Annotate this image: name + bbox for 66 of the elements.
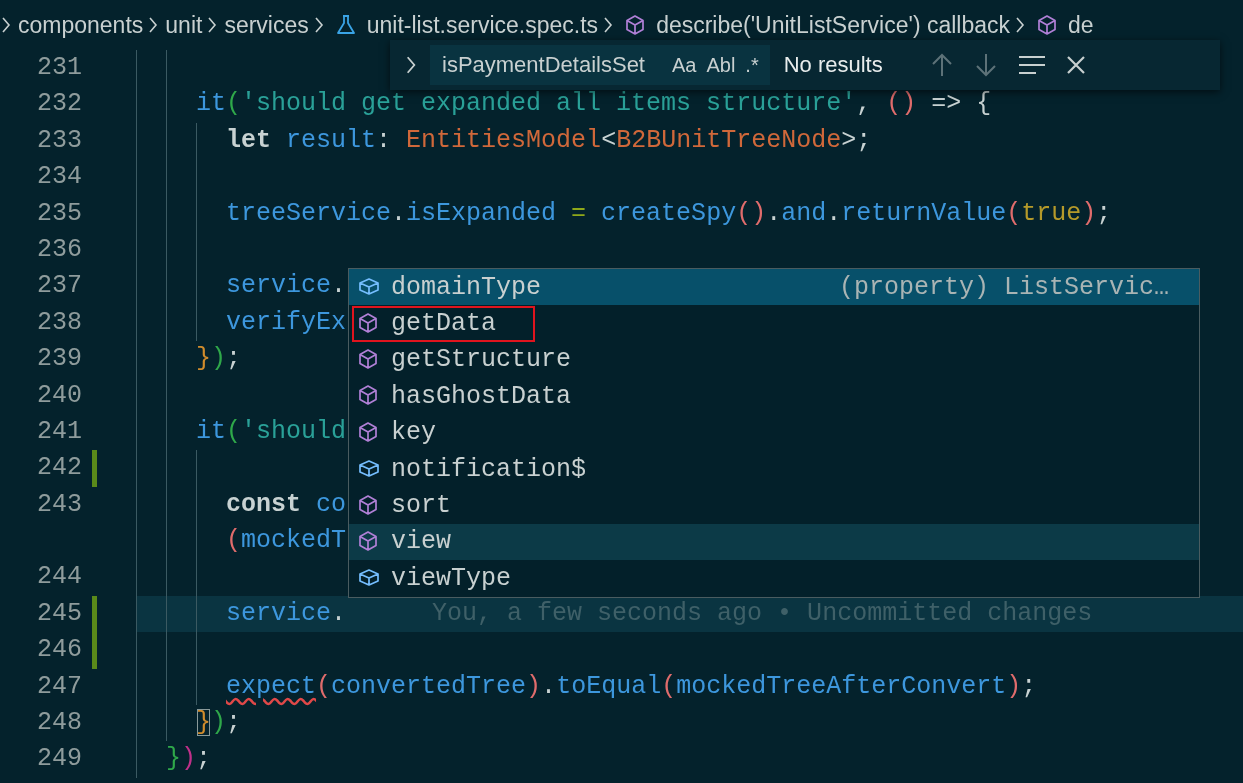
flask-icon [334, 14, 357, 36]
line-number: 241 [36, 415, 82, 448]
line-number: 233 [36, 124, 82, 157]
code-line: expect(convertedTree).toEqual(mockedTreeAfterConvert); [226, 670, 1037, 703]
option-toggle[interactable]: .* [742, 53, 762, 77]
line-number: 238 [36, 306, 82, 339]
line-number: 237 [36, 270, 82, 303]
line-number: 243 [36, 488, 82, 521]
code-line: treeService.isExpanded = createSpy().and.returnValue(true); [226, 197, 1112, 230]
line-number: 244 [36, 561, 82, 594]
lines-icon[interactable] [1017, 55, 1046, 75]
option-toggle[interactable]: Aa [669, 53, 700, 77]
line-number: 247 [36, 670, 82, 703]
close-icon[interactable] [1065, 55, 1086, 75]
line-number: 236 [36, 233, 82, 266]
suggestion-item[interactable]: getData [349, 305, 1199, 342]
code-line: }); [196, 707, 242, 740]
breadcrumb-item[interactable]: unit [165, 10, 203, 40]
line-number: 240 [36, 379, 82, 412]
expand-icon[interactable] [404, 55, 418, 75]
line-number: 232 [36, 88, 82, 121]
breadcrumb-item[interactable]: services [224, 10, 309, 40]
suggestion-item[interactable]: viewType [349, 560, 1199, 597]
suggestion-item[interactable]: hasGhostData [349, 378, 1199, 415]
code-line: }); [166, 743, 212, 776]
arrow-down-icon[interactable] [973, 52, 998, 78]
chevron-icon [206, 16, 219, 34]
suggestion-item[interactable]: notification$ [349, 450, 1199, 488]
breadcrumb-item[interactable]: components [18, 10, 144, 40]
line-number: 231 [36, 52, 82, 84]
suggestion-item[interactable]: getStructure [349, 341, 1199, 379]
chevron-icon [312, 16, 325, 34]
line-number: 239 [36, 343, 82, 376]
line-number: 235 [36, 197, 82, 230]
code-line: (mockedT [226, 525, 347, 558]
result-count: No results [783, 52, 884, 78]
suggestion-item[interactable]: key [349, 414, 1199, 451]
highlight-frame: getData [353, 306, 535, 341]
line-number: 248 [36, 707, 82, 740]
cube-icon [1036, 14, 1059, 36]
code-line: verifyEx [226, 306, 347, 339]
breadcrumb-item[interactable]: de [1068, 10, 1094, 40]
chevron-icon [1014, 16, 1027, 34]
option-toggle[interactable]: Abl [703, 53, 739, 77]
cube-icon [624, 14, 647, 36]
breadcrumb-item[interactable]: describe('UnitListService') callback [656, 10, 1011, 40]
line-number: 242 [36, 452, 82, 485]
code-line: let result: EntitiesModel<B2BUnitTreeNode>; [226, 124, 872, 157]
line-number: 249 [36, 743, 82, 776]
suggestion-item[interactable]: sort [349, 487, 1199, 524]
line-number: 234 [36, 161, 82, 194]
code-line: const co [226, 488, 347, 521]
suggestion-item[interactable]: domainType (property) ListServic… [349, 269, 1199, 306]
chevron-icon [602, 16, 615, 34]
code-line: it('should [196, 415, 347, 448]
chevron-icon [147, 16, 160, 34]
breadcrumb-item[interactable]: unit-list.service.spec.ts [366, 10, 599, 40]
chevron-icon [0, 16, 12, 34]
code-line: service. [226, 270, 347, 303]
code-line: }); [196, 343, 242, 376]
search-field[interactable]: isPaymentDetailsSet Aa Abl .* [430, 45, 770, 85]
code-line: service. [226, 597, 347, 630]
line-number: 246 [36, 634, 82, 667]
suggestion-item[interactable]: view [349, 523, 1199, 561]
code-line: it('should get expanded all items structure', () => { [196, 88, 992, 121]
line-number: 245 [36, 597, 82, 630]
